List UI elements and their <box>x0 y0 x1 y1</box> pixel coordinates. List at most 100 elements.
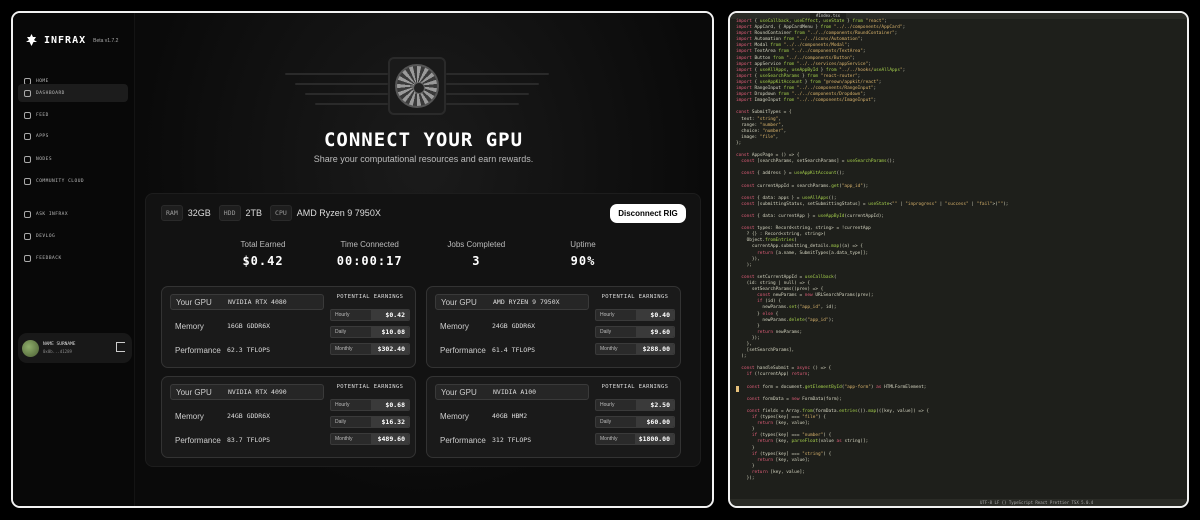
page-title: CONNECT YOUR GPU <box>323 129 524 151</box>
amount: $2.50 <box>636 400 674 410</box>
gpu-card[interactable]: Your GPU NVIDIA RTX 4090 Memory 24GB GDDR6… <box>161 376 416 458</box>
stat-value: $0.42 <box>242 254 284 268</box>
sidebar-item-label: APPS <box>36 133 49 139</box>
main-content: CONNECT YOUR GPU Share your computationa… <box>135 13 712 506</box>
hdd-label: HDD <box>218 205 241 221</box>
amount: $489.60 <box>371 434 409 444</box>
sidebar-item-label: DASHBOARD <box>36 90 65 96</box>
stat-label: Total Earned <box>240 240 286 249</box>
gpu-label: Your GPU <box>176 387 212 397</box>
feedback-icon <box>24 254 31 262</box>
performance-value: 62.3 TFLOPS <box>227 346 271 354</box>
memory-label: Memory <box>175 321 204 331</box>
performance-label: Performance <box>440 435 486 445</box>
memory-value: 24GB GDDR6X <box>227 412 271 420</box>
amount: $9.60 <box>636 327 674 337</box>
sidebar-item-dashboard[interactable]: DASHBOARD <box>18 84 128 102</box>
apps-icon <box>24 132 31 140</box>
period-label: Daily <box>335 329 347 335</box>
period-label: Daily <box>335 419 347 425</box>
sidebar-item-label: FEED <box>36 112 49 118</box>
stat-value: 00:00:17 <box>336 254 403 268</box>
code-area[interactable]: import { useCallback, useEffect, useStat… <box>736 19 1008 482</box>
gpu-card[interactable]: Your GPU AMD RYZEN 9 7950X Memory 24GB GDD… <box>426 286 681 368</box>
sidebar-item-label: NODES <box>36 156 53 162</box>
earnings-heading: POTENTIAL EARNINGS <box>336 294 404 300</box>
app-name: INFRAX <box>44 35 87 46</box>
stat-jobs-completed: Jobs Completed 3 <box>426 240 526 268</box>
earning-daily: Daily $16.32 <box>330 416 410 428</box>
memory-label: Memory <box>440 411 469 421</box>
earnings-heading: POTENTIAL EARNINGS <box>601 384 669 390</box>
sidebar-item-community-cloud[interactable]: COMMUNITY CLOUD <box>18 172 128 190</box>
earning-monthly: Monthly $1800.00 <box>595 433 675 445</box>
sidebar-item-nodes[interactable]: NODES <box>18 150 128 168</box>
gpu-name: AMD RYZEN 9 7950X <box>493 298 560 306</box>
sidebar-item-ask-infrax[interactable]: ASK INFRAX <box>18 205 128 223</box>
earning-hourly: Hourly $0.40 <box>595 309 675 321</box>
rig-panel: RAM 32GB HDD 2TB CPU AMD Ryzen 9 7950X D… <box>145 193 701 467</box>
devlog-icon <box>24 232 31 240</box>
amount: $0.42 <box>371 310 409 320</box>
amount: $0.68 <box>371 400 409 410</box>
stats-row: Total Earned $0.42 Time Connected 00:00:17… <box>213 240 633 268</box>
logout-icon[interactable] <box>116 342 125 352</box>
code-editor-window: #Index.tsx import { useCallback, useEffe… <box>728 11 1189 508</box>
sidebar-item-apps[interactable]: APPS <box>18 127 128 145</box>
sidebar-item-devlog[interactable]: DEVLOG <box>18 227 128 245</box>
sidebar-item-label: HOME <box>36 78 49 84</box>
logo[interactable]: INFRAX Beta v1.7.2 <box>24 33 118 48</box>
performance-row: Performance 62.3 TFLOPS <box>170 342 324 358</box>
ram-value: 32GB <box>187 208 211 218</box>
earning-hourly: Hourly $2.50 <box>595 399 675 411</box>
amount: $288.00 <box>636 344 674 354</box>
earnings-heading: POTENTIAL EARNINGS <box>336 384 404 390</box>
memory-row: Memory 24GB GDDR6X <box>435 318 589 334</box>
memory-value: 24GB GDDR6X <box>492 322 536 330</box>
disconnect-rig-button[interactable]: Disconnect RIG <box>610 204 686 223</box>
performance-value: 83.7 TFLOPS <box>227 436 271 444</box>
logo-icon <box>24 33 39 48</box>
memory-value: 40GB HBM2 <box>492 412 528 420</box>
performance-label: Performance <box>440 345 486 355</box>
user-profile[interactable]: NAME SURNAME 0x0b...d1289 <box>18 333 132 363</box>
gpu-row: Your GPU NVIDIA RTX 4090 <box>170 384 324 400</box>
gpu-row: Your GPU NVIDIA A100 <box>435 384 589 400</box>
stat-total-earned: Total Earned $0.42 <box>213 240 313 268</box>
sidebar-item-feed[interactable]: FEED <box>18 106 128 124</box>
app-window: INFRAX Beta v1.7.2 HOME DASHBOARD FEED A… <box>11 11 714 508</box>
amount: $1800.00 <box>634 434 674 444</box>
sidebar: INFRAX Beta v1.7.2 HOME DASHBOARD FEED A… <box>13 13 135 506</box>
stat-label: Time Connected <box>340 240 399 249</box>
period-label: Monthly <box>335 346 353 352</box>
amount: $10.08 <box>371 327 409 337</box>
earning-daily: Daily $9.60 <box>595 326 675 338</box>
performance-value: 312 TFLOPS <box>492 436 532 444</box>
gpu-row: Your GPU AMD RYZEN 9 7950X <box>435 294 589 310</box>
earning-monthly: Monthly $302.40 <box>330 343 410 355</box>
performance-row: Performance 61.4 TFLOPS <box>435 342 589 358</box>
ram-label: RAM <box>161 205 183 221</box>
memory-row: Memory 40GB HBM2 <box>435 408 589 424</box>
sidebar-item-label: COMMUNITY CLOUD <box>36 178 85 184</box>
avatar <box>22 339 39 357</box>
gpu-card[interactable]: Your GPU NVIDIA RTX 4080 Memory 16GB GDDR6… <box>161 286 416 368</box>
memory-label: Memory <box>440 321 469 331</box>
cloud-icon <box>24 177 31 185</box>
performance-row: Performance 312 TFLOPS <box>435 432 589 448</box>
gpu-name: NVIDIA A100 <box>493 388 537 396</box>
gpu-label: Your GPU <box>176 297 212 307</box>
gpu-name: NVIDIA RTX 4090 <box>228 388 287 396</box>
earning-monthly: Monthly $288.00 <box>595 343 675 355</box>
code-line: const [submittingStatus, setSubmittingSt… <box>741 201 1009 207</box>
amount: $302.40 <box>371 344 409 354</box>
page-subtitle: Share your computational resources and e… <box>313 154 534 164</box>
period-label: Hourly <box>600 312 615 318</box>
sidebar-item-feedback[interactable]: FEEDBACK <box>18 249 128 267</box>
period-label: Monthly <box>600 436 618 442</box>
performance-value: 61.4 TFLOPS <box>492 346 536 354</box>
period-label: Daily <box>600 419 612 425</box>
gpu-card[interactable]: Your GPU NVIDIA A100 Memory 40GB HBM2 Perf… <box>426 376 681 458</box>
stat-time-connected: Time Connected 00:00:17 <box>320 240 420 268</box>
rig-specs: RAM 32GB HDD 2TB CPU AMD Ryzen 9 7950X <box>161 205 385 221</box>
